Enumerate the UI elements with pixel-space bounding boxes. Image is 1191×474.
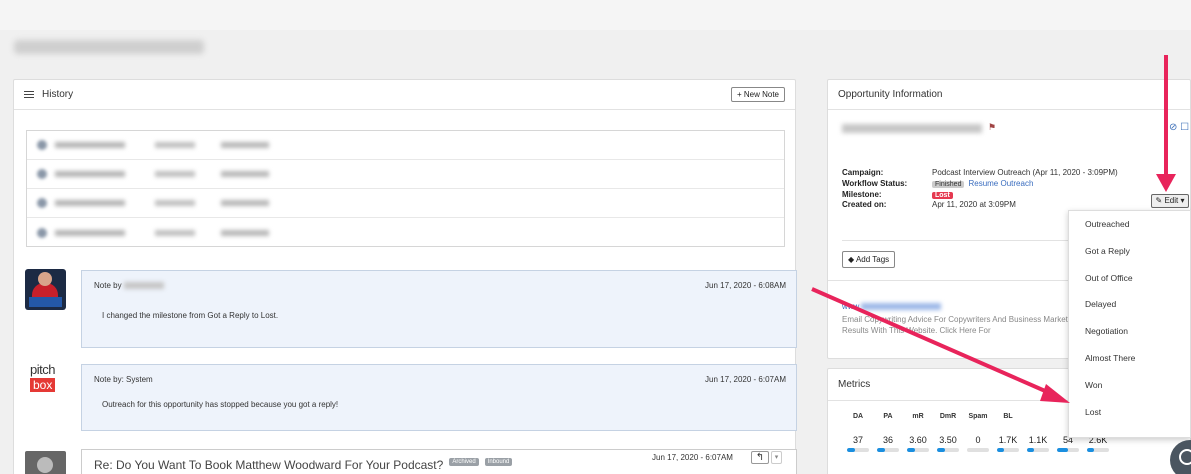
metric-bar	[967, 448, 989, 452]
email-card[interactable]: Re: Do You Want To Book Matthew Woodward…	[81, 449, 797, 474]
metric-column: DmR 3.50	[933, 413, 963, 452]
email-thread-table	[26, 130, 785, 247]
note-author-label: Note by	[94, 281, 122, 290]
status-badge: Finished	[932, 180, 965, 188]
table-row[interactable]	[27, 131, 784, 160]
metric-column: DA 37	[843, 413, 873, 452]
external-link-icon[interactable]: ⊘ ☐	[1169, 122, 1189, 133]
metric-column: mR 3.60	[903, 413, 933, 452]
metric-column: Spam 0	[963, 413, 993, 452]
history-panel: History + New Note Note by Jun 17, 2020 …	[13, 79, 797, 474]
metric-value: 1.1K	[1028, 435, 1048, 445]
note-card: Note by: System Jun 17, 2020 - 6:07AM Ou…	[81, 364, 797, 431]
opportunity-fields: Campaign: Podcast Interview Outreach (Ap…	[842, 168, 1118, 211]
email-subject[interactable]: Re: Do You Want To Book Matthew Woodward…	[94, 458, 443, 472]
table-row[interactable]	[27, 218, 784, 247]
metric-label: DmR	[939, 413, 957, 420]
note-body: I changed the milestone from Got a Reply…	[102, 311, 279, 320]
milestone-option-outreached[interactable]: Outreached	[1069, 211, 1190, 238]
metric-bar	[1027, 448, 1049, 452]
metric-label: PA	[883, 413, 893, 420]
milestone-option-got-a-reply[interactable]: Got a Reply	[1069, 238, 1190, 265]
metric-label: DA	[852, 413, 864, 420]
milestone-option-out-of-office[interactable]: Out of Office	[1069, 265, 1190, 292]
metric-value: 3.60	[909, 435, 927, 445]
site-description: Email Copywriting Advice For Copywriters…	[842, 315, 1079, 335]
metric-bar	[847, 448, 869, 452]
list-icon	[24, 90, 34, 99]
metric-column: PA 36	[873, 413, 903, 452]
workflow-label: Workflow Status:	[842, 178, 908, 188]
metric-bar	[877, 448, 899, 452]
created-value: Apr 11, 2020 at 3:09PM	[932, 200, 1016, 210]
metric-bar	[937, 448, 959, 452]
milestone-dropdown: Outreached Got a Reply Out of Office Delaye…	[1068, 210, 1191, 438]
metric-bar	[907, 448, 929, 452]
created-label: Created on:	[842, 200, 887, 210]
metric-value: 37	[852, 435, 863, 445]
metrics-title: Metrics	[838, 379, 871, 390]
milestone-option-lost[interactable]: Lost	[1069, 399, 1190, 426]
metric-value: 3.50	[939, 435, 957, 445]
edit-milestone-button[interactable]: ✎ Edit ▾	[1151, 194, 1189, 208]
metric-bar	[1087, 448, 1109, 452]
archived-tag: Archived	[449, 458, 479, 466]
user-avatar	[25, 269, 66, 310]
blurred-domain	[842, 124, 982, 133]
metric-value: 1.7K	[998, 435, 1018, 445]
add-tags-button[interactable]: ◆ Add Tags	[842, 251, 896, 268]
milestone-option-almost-there[interactable]: Almost There	[1069, 345, 1190, 372]
metric-bar	[997, 448, 1019, 452]
contact-avatar	[25, 451, 66, 474]
inbound-tag: Inbound	[484, 458, 513, 466]
note-author-label: Note by: System	[94, 375, 153, 384]
history-title: History	[42, 89, 74, 100]
metric-bar	[1057, 448, 1079, 452]
milestone-label: Milestone:	[842, 189, 882, 199]
blurred-author	[123, 282, 164, 290]
milestone-option-delayed[interactable]: Delayed	[1069, 291, 1190, 318]
campaign-link[interactable]: Podcast Interview Outreach (Apr 11, 2020…	[932, 168, 1118, 178]
new-note-button[interactable]: + New Note	[730, 87, 785, 102]
site-link[interactable]: www.	[842, 302, 942, 311]
campaign-label: Campaign:	[842, 168, 884, 177]
milestone-option-negotiation[interactable]: Negotiation	[1069, 318, 1190, 345]
metric-column: 1.1K	[1023, 413, 1053, 452]
tag-icon: ◆	[848, 255, 855, 264]
milestone-badge: Lost	[932, 191, 953, 199]
opportunity-header: Opportunity Information	[828, 80, 1190, 110]
note-date: Jun 17, 2020 - 6:08AM	[705, 281, 786, 290]
metric-value: 0	[975, 435, 981, 445]
table-row[interactable]	[27, 160, 784, 189]
flag-icon[interactable]: ⚑	[988, 122, 996, 133]
pitchbox-logo: pitch box	[30, 362, 55, 392]
metric-value: 36	[882, 435, 893, 445]
metric-column: BL 1.7K	[993, 413, 1023, 452]
metric-label: mR	[912, 413, 924, 420]
opportunity-title: Opportunity Information	[838, 89, 943, 100]
top-bar	[0, 0, 1191, 30]
note-body: Outreach for this opportunity has stoppe…	[102, 400, 339, 409]
email-date: Jun 17, 2020 - 6:07AM	[652, 453, 733, 462]
chevron-down-icon[interactable]: ▾	[771, 451, 782, 464]
reply-icon[interactable]: ↰	[751, 451, 769, 464]
metric-label	[1023, 413, 1053, 435]
history-header: History + New Note	[14, 80, 795, 110]
blurred-site-url	[14, 40, 204, 54]
milestone-option-won[interactable]: Won	[1069, 372, 1190, 399]
note-card: Note by Jun 17, 2020 - 6:08AM I changed …	[81, 270, 797, 348]
resume-outreach-link[interactable]: Resume Outreach	[968, 179, 1033, 188]
metric-label: Spam	[968, 413, 988, 420]
note-date: Jun 17, 2020 - 6:07AM	[705, 375, 786, 384]
table-row[interactable]	[27, 189, 784, 218]
metric-label: BL	[1003, 413, 1013, 420]
